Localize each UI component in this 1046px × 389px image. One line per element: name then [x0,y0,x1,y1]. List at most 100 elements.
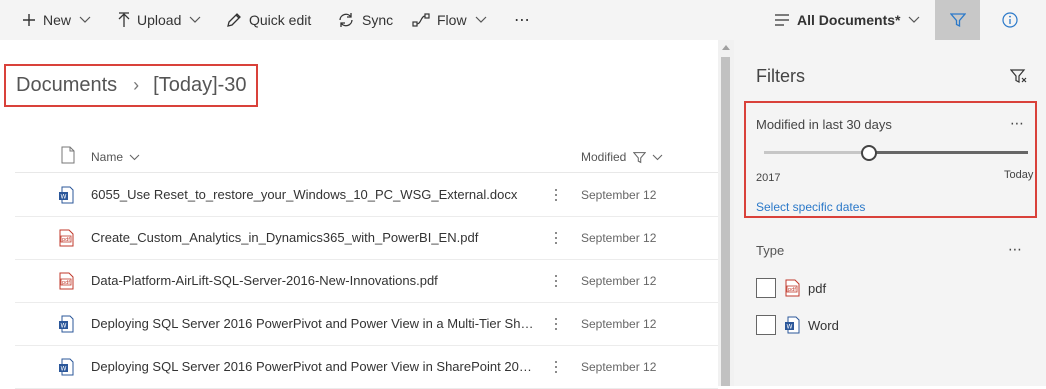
flow-button[interactable]: Flow [412,0,487,40]
modified-filter-card: Modified in last 30 days ⋯ 2017 Today Se… [744,101,1037,218]
file-type-icon [61,146,75,164]
slider-track-inactive [764,151,870,154]
file-more-button[interactable] [549,270,563,292]
file-modified: September 12 [581,317,657,331]
file-name[interactable]: Data-Platform-AirLift-SQL-Server-2016-Ne… [91,273,537,288]
name-column-label: Name [91,150,124,164]
modified-filter-title: Modified in last 30 days [756,117,892,132]
upload-icon [118,12,130,27]
file-name[interactable]: Deploying SQL Server 2016 PowerPivot and… [91,359,537,374]
more-icon: ⋯ [514,12,531,29]
word-option-label: Word [808,317,839,333]
pdf-file-icon: pdf [59,272,74,290]
breadcrumb: Documents › [Today]-30 [4,64,258,107]
table-row[interactable]: W Deploying SQL Server 2016 PowerPivot a… [15,346,718,389]
chevron-down-icon [79,16,91,23]
new-button[interactable]: New [22,0,91,40]
view-switcher-button[interactable]: All Documents* [774,0,920,40]
svg-text:pdf: pdf [62,280,70,286]
type-option-pdf[interactable]: pdf pdf [756,278,826,298]
slider-end-label: Today [1004,169,1034,181]
file-name[interactable]: 6055_Use Reset_to_restore_your_Windows_1… [91,187,537,202]
word-file-icon: W [59,315,74,333]
info-button[interactable] [990,0,1030,40]
table-row[interactable]: pdf Create_Custom_Analytics_in_Dynamics3… [15,217,718,260]
chevron-down-icon [129,154,140,160]
file-modified: September 12 [581,231,657,245]
filters-pane: Filters Modified in last 30 days ⋯ 2017 … [734,40,1046,386]
plus-icon [23,14,35,26]
file-modified: September 12 [581,188,657,202]
table-row[interactable]: W 6055_Use Reset_to_restore_your_Windows… [15,174,718,217]
name-column-header[interactable]: Name [91,150,140,164]
file-name[interactable]: Deploying SQL Server 2016 PowerPivot and… [91,316,537,331]
more-commands-button[interactable]: ⋯ [514,0,531,40]
word-file-icon: W [59,358,74,376]
upload-label: Upload [137,12,182,28]
type-filter-title: Type [756,243,785,258]
chevron-down-icon [909,16,920,23]
word-file-icon: W [785,316,800,334]
file-modified: September 12 [581,360,657,374]
chevron-down-icon [189,16,201,23]
chevron-down-icon [652,154,663,160]
quick-edit-button[interactable]: Quick edit [226,0,311,40]
filter-icon [949,13,966,28]
flow-icon [412,13,430,27]
word-checkbox[interactable] [756,315,776,335]
file-more-button[interactable] [549,313,563,335]
sync-label: Sync [362,12,394,28]
scrollbar-thumb[interactable] [721,57,730,386]
svg-text:pdf: pdf [788,287,796,293]
breadcrumb-separator: › [133,75,140,95]
modified-filter-more-button[interactable]: ⋯ [1010,115,1025,132]
svg-text:W: W [61,194,67,201]
flow-label: Flow [437,12,467,28]
modified-column-label: Modified [581,150,627,164]
view-label: All Documents* [797,12,901,28]
file-more-button[interactable] [549,227,563,249]
vertical-scrollbar[interactable] [718,40,734,386]
svg-text:W: W [787,324,793,331]
breadcrumb-root[interactable]: Documents [16,74,117,97]
scroll-up-arrow-icon[interactable] [722,45,730,50]
svg-text:pdf: pdf [62,237,70,243]
type-filter-more-button[interactable]: ⋯ [1008,241,1023,258]
date-range-slider[interactable] [764,145,1028,161]
pdf-file-icon: pdf [785,279,800,297]
pdf-checkbox[interactable] [756,278,776,298]
word-file-icon: W [59,186,74,204]
file-list: W 6055_Use Reset_to_restore_your_Windows… [15,174,718,389]
table-row[interactable]: pdf Data-Platform-AirLift-SQL-Server-201… [15,260,718,303]
svg-text:W: W [61,323,67,330]
file-modified: September 12 [581,274,657,288]
filter-pane-toggle-button[interactable] [935,0,980,40]
select-specific-dates-link[interactable]: Select specific dates [756,200,865,214]
command-bar: New Upload Quick edit Sync Flow ⋯ All Do… [0,0,1046,40]
pencil-icon [227,13,241,27]
view-list-icon [775,14,789,26]
type-option-word[interactable]: W Word [756,315,839,335]
pdf-option-label: pdf [808,280,827,296]
upload-button[interactable]: Upload [118,0,201,40]
file-more-button[interactable] [549,184,563,206]
chevron-down-icon [475,16,486,23]
filter-icon [633,151,647,163]
filters-title: Filters [756,66,805,86]
table-row[interactable]: W Deploying SQL Server 2016 PowerPivot a… [15,303,718,346]
quick-edit-label: Quick edit [249,12,312,28]
info-icon [1002,12,1018,28]
slider-track-active [870,151,1028,154]
slider-thumb[interactable] [861,145,877,161]
clear-filters-icon[interactable] [1010,68,1028,84]
slider-start-label: 2017 [756,172,781,184]
modified-column-header[interactable]: Modified [581,150,663,164]
pdf-file-icon: pdf [59,229,74,247]
file-name[interactable]: Create_Custom_Analytics_in_Dynamics365_w… [91,230,537,245]
new-label: New [43,12,72,28]
sync-button[interactable]: Sync [337,0,393,40]
sync-icon [339,13,353,27]
file-more-button[interactable] [549,356,563,378]
column-header-row: Name Modified [15,141,718,173]
document-library: Documents › [Today]-30 Name Modified W 6… [0,40,718,389]
